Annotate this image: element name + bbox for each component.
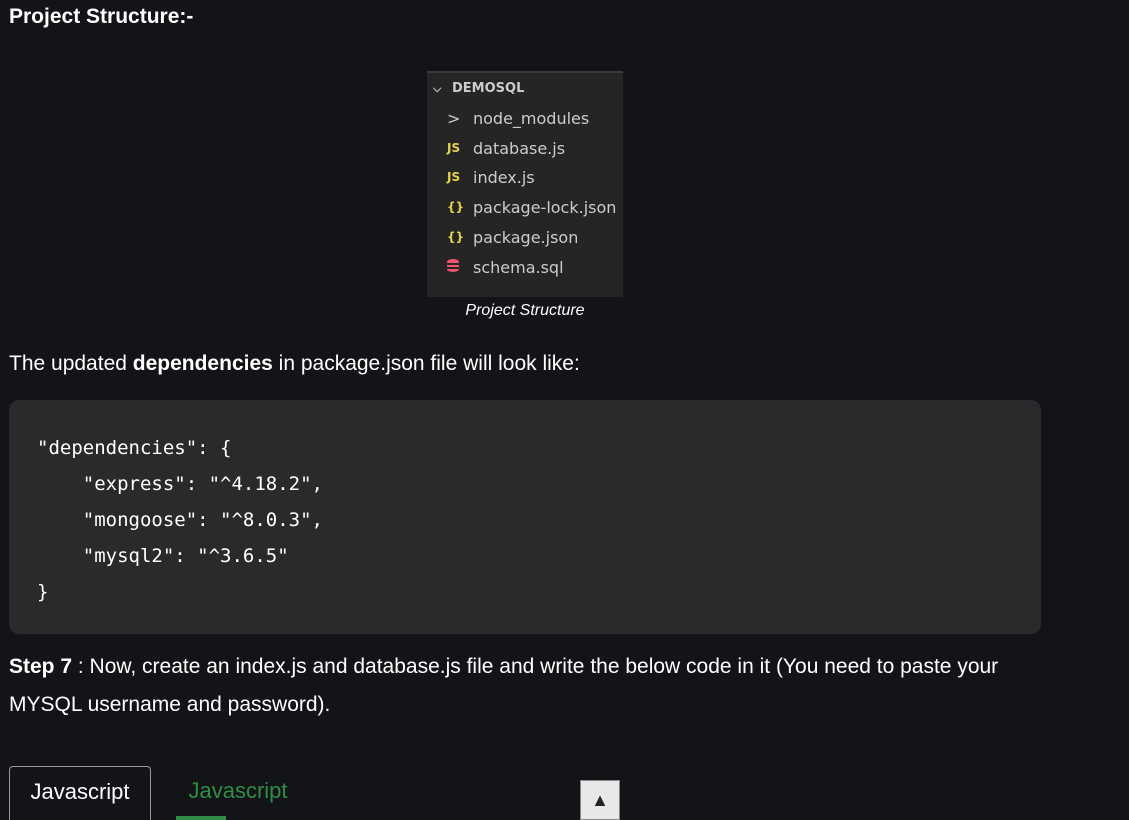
tab-javascript-active[interactable]: Javascript: [9, 766, 151, 820]
para-text-bold: dependencies: [132, 352, 273, 375]
js-file-icon: JS: [447, 141, 461, 155]
explorer-item-label: package.json: [473, 227, 579, 247]
step-label: Step 7: [9, 655, 73, 678]
para-text-after: in package.json file will look like:: [272, 352, 580, 375]
explorer-item: JS database.js: [447, 136, 565, 160]
explorer-item: {} package-lock.json: [447, 195, 616, 219]
dependencies-paragraph: The updated dependencies in package.json…: [9, 352, 580, 376]
project-structure-image: ⌵ DEMOSQL > node_modules JS database.js …: [427, 71, 623, 297]
tab-indicator: [176, 816, 226, 820]
explorer-item-label: database.js: [473, 138, 566, 158]
step-paragraph: Step 7 : Now, create an index.js and dat…: [9, 648, 1059, 724]
js-file-icon: JS: [447, 170, 461, 184]
json-file-icon: {}: [447, 230, 465, 244]
explorer-item-label: index.js: [473, 167, 535, 187]
para-text-before: The updated: [9, 352, 133, 375]
explorer-item-label: package-lock.json: [473, 197, 617, 217]
tab-javascript[interactable]: Javascript: [176, 766, 300, 820]
explorer-item: {} package.json: [447, 225, 578, 249]
article-page: Project Structure:- ⌵ DEMOSQL > node_mod…: [0, 0, 1129, 820]
explorer-item-label: schema.sql: [473, 257, 564, 277]
explorer-root-label: DEMOSQL: [452, 81, 525, 96]
chevron-down-icon: ⌵: [433, 81, 442, 95]
code-block: "dependencies": { "express": "^4.18.2", …: [9, 400, 1041, 634]
chevron-right-icon: >: [447, 108, 461, 128]
section-heading: Project Structure:-: [9, 5, 194, 28]
step-text: : Now, create an index.js and database.j…: [9, 655, 999, 716]
scroll-to-top-button[interactable]: ▲: [580, 780, 620, 820]
explorer-item: > node_modules: [447, 106, 589, 130]
explorer-root: ⌵ DEMOSQL: [433, 81, 524, 96]
explorer-item: JS index.js: [447, 165, 535, 189]
explorer-item: schema.sql: [447, 255, 564, 279]
database-file-icon: [447, 259, 469, 275]
image-caption: Project Structure: [465, 302, 585, 319]
json-file-icon: {}: [447, 200, 465, 214]
explorer-item-label: node_modules: [473, 108, 590, 128]
code-content: "dependencies": { "express": "^4.18.2", …: [37, 437, 323, 603]
